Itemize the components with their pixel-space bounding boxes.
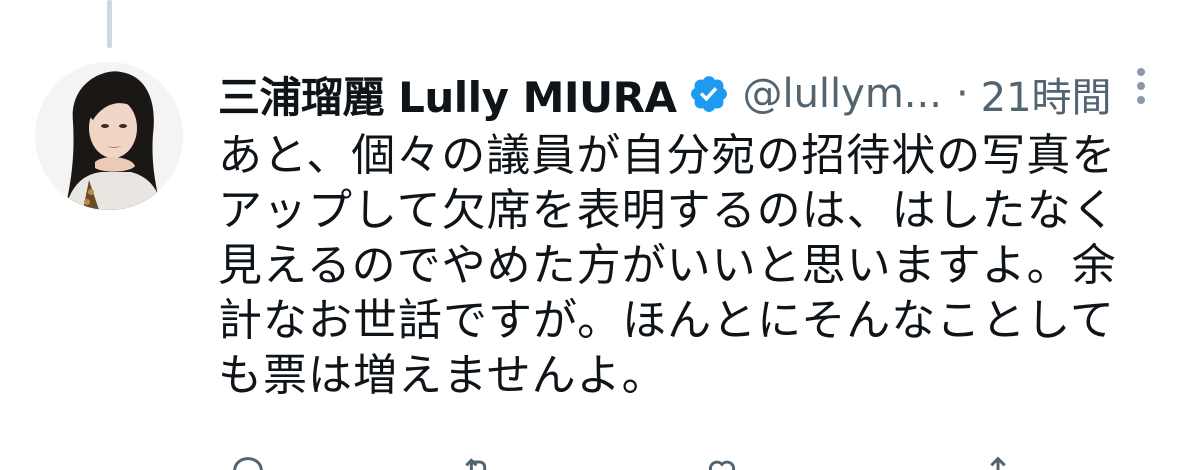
- reply-button[interactable]: [228, 452, 286, 470]
- heart-icon: [708, 460, 736, 470]
- tweet-text-line: アップして欠席を表明するのは、はしたなく: [218, 185, 1117, 236]
- verified-badge-icon: [688, 73, 730, 115]
- separator-dot: ·: [955, 71, 969, 117]
- avatar-photo: [35, 62, 183, 210]
- tweet-text-line: も票は増えませんよ。: [218, 350, 667, 401]
- tweet-text-line: 見えるのでやめた方がいいと思いますよ。余: [218, 240, 1117, 291]
- timestamp[interactable]: 21時間: [981, 65, 1112, 123]
- share-button[interactable]: [978, 452, 1018, 470]
- tweet-text-line: 計なお世話ですが。ほんとにそんなことして: [218, 295, 1115, 346]
- retweet-button[interactable]: [458, 452, 516, 470]
- user-handle[interactable]: @lullym...: [742, 71, 941, 117]
- display-name[interactable]: 三浦瑠麗 Lully MIURA: [218, 64, 677, 125]
- tweet-text: あと、個々の議員が自分宛の招待状の写真を アップして欠席を表明するのは、はしたな…: [218, 128, 1148, 403]
- thread-connector-line: [107, 0, 112, 48]
- like-button[interactable]: [702, 452, 760, 470]
- tweet-header: 三浦瑠麗 Lully MIURA @lullym... · 21時間: [218, 62, 1112, 126]
- tweet-text-line: あと、個々の議員が自分宛の招待状の写真を: [218, 130, 1117, 181]
- retweet-icon: [465, 458, 487, 470]
- tweet-actions: [218, 452, 1148, 470]
- avatar[interactable]: [35, 62, 183, 210]
- share-icon: [990, 456, 1006, 470]
- reply-icon: [233, 457, 263, 470]
- more-options-icon[interactable]: [1128, 66, 1154, 106]
